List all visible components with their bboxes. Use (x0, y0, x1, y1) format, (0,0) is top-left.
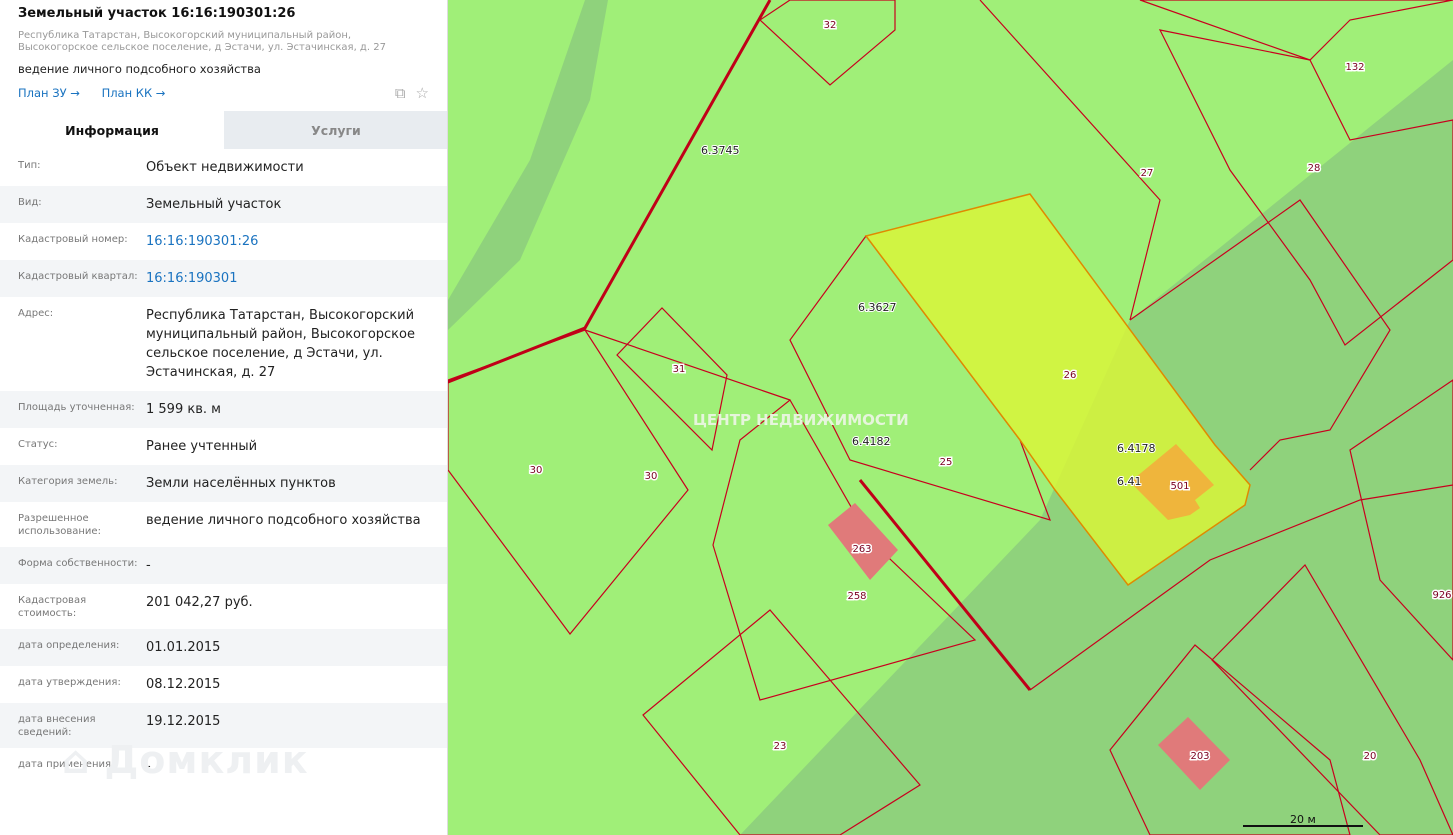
parcel-title: Земельный участок 16:16:190301:26 (18, 6, 296, 21)
info-label: Статус: (18, 439, 58, 450)
info-label: Тип: (18, 160, 41, 171)
parcel-label: 258 (847, 591, 866, 602)
info-value: - (146, 558, 151, 573)
search-document-icon[interactable]: ⧉ (395, 84, 406, 102)
info-label: Площадь уточненная: (18, 402, 135, 413)
parcel-label: 32 (824, 20, 837, 31)
parcel-label: 20 (1364, 751, 1377, 762)
quarter-label: 6.3627 (858, 301, 897, 314)
plan-zu-link[interactable]: План ЗУ → (18, 86, 80, 100)
info-panel: Земельный участок 16:16:190301:26 Респуб… (0, 0, 448, 835)
info-label: дата утверждения: (18, 677, 121, 688)
info-label: Категория земель: (18, 476, 118, 487)
info-row: дата определения: 01.01.2015 (0, 629, 447, 666)
info-value[interactable]: 16:16:190301 (146, 269, 447, 288)
map-watermark: ЦЕНТР НЕДВИЖИМОСТИ (693, 411, 909, 429)
info-row: Форма собственности: - (0, 547, 447, 584)
info-value: 01.01.2015 (146, 640, 221, 655)
cadastral-map[interactable]: ЦЕНТР НЕДВИЖИМОСТИ 32 132 27 28 26 31 25 30 30 25… (448, 0, 1453, 835)
info-value: ведение личного подсобного хозяйства (146, 513, 421, 528)
info-row: Категория земель: Земли населённых пункто… (0, 465, 447, 502)
tab-services[interactable]: Услуги (224, 111, 447, 149)
info-row: Кадастровый номер: 16:16:190301:26 (0, 223, 447, 260)
quarter-border (448, 0, 772, 384)
info-label: Кадастровая стоимость: (18, 595, 87, 619)
info-value: Объект недвижимости (146, 160, 304, 175)
star-icon[interactable]: ☆ (416, 84, 429, 102)
quarter-label: 6.4182 (852, 435, 891, 448)
info-row: Площадь уточненная: 1 599 кв. м (0, 391, 447, 428)
info-label: Кадастровый квартал: (18, 271, 138, 282)
info-row: Кадастровая стоимость: 201 042,27 руб. (0, 584, 447, 629)
zone-strip (448, 0, 608, 330)
parcel-address: Республика Татарстан, Высокогорский муни… (18, 30, 386, 53)
info-row: Статус: Ранее учтенный (0, 428, 447, 465)
info-row: дата утверждения: 08.12.2015 (0, 666, 447, 703)
parcel-label: 23 (774, 741, 787, 752)
info-label: Разрешенное использование: (18, 513, 101, 537)
info-row: Адрес: Республика Татарстан, Высокогорски… (0, 297, 447, 391)
quarter-label: 6.3745 (701, 144, 740, 157)
info-value[interactable]: 16:16:190301:26 (146, 232, 447, 251)
parcel-label: 25 (940, 457, 953, 468)
info-value: Республика Татарстан, Высокогорский муни… (146, 308, 415, 380)
parcel-label: 26 (1064, 370, 1077, 381)
info-value: 201 042,27 руб. (146, 595, 253, 610)
quarter-label: 6.4178 (1117, 442, 1156, 455)
parcel-label: 926 (1432, 590, 1451, 601)
info-label: дата внесения сведений: (18, 714, 96, 738)
parcel-label: 27 (1141, 168, 1154, 179)
parcel-label: 263 (852, 544, 871, 555)
info-label: дата определения: (18, 640, 120, 651)
parcel-usage: ведение личного подсобного хозяйства (18, 62, 261, 76)
info-value: 19.12.2015 (146, 714, 221, 729)
parcel-label: 28 (1308, 163, 1321, 174)
info-row: Вид: Земельный участок (0, 186, 447, 223)
parcel-label: 30 (645, 471, 658, 482)
info-row: Тип: Объект недвижимости (0, 149, 447, 186)
info-label: Адрес: (18, 308, 54, 319)
info-value: Земельный участок (146, 197, 282, 212)
quarter-label: 6.41 (1117, 475, 1142, 488)
domclick-watermark: ⌂ Домклик (62, 738, 309, 782)
info-label: Кадастровый номер: (18, 234, 128, 245)
info-value: 1 599 кв. м (146, 402, 221, 417)
parcel-label: 203 (1190, 751, 1209, 762)
info-value: 08.12.2015 (146, 677, 221, 692)
parcel-label: 31 (673, 364, 686, 375)
tab-information[interactable]: Информация (0, 111, 224, 149)
info-label: Вид: (18, 197, 42, 208)
info-value: Ранее учтенный (146, 439, 258, 454)
info-value: Земли населённых пунктов (146, 476, 336, 491)
parcel-label: 501 (1170, 481, 1189, 492)
info-label: Форма собственности: (18, 558, 138, 569)
parcel-label: 30 (530, 465, 543, 476)
plan-kk-link[interactable]: План КК → (102, 86, 166, 100)
info-row: Разрешенное использование: ведение личног… (0, 502, 447, 547)
info-table: Тип: Объект недвижимости Вид: Земельный уча… (0, 149, 447, 785)
scale-label: 20 м (1290, 813, 1316, 826)
info-row: Кадастровый квартал: 16:16:190301 (0, 260, 447, 297)
parcel-label: 132 (1345, 62, 1364, 73)
